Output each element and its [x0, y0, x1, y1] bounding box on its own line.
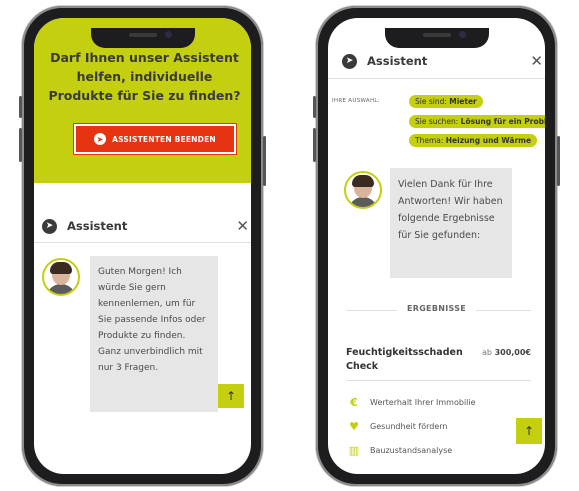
assistant-header: ➤ Assistent ✕ — [342, 46, 545, 76]
divider — [346, 380, 531, 381]
scroll-up-button[interactable]: ↑ — [218, 384, 244, 408]
feature-label: Gesundheit fördern — [370, 422, 448, 431]
avatar — [42, 258, 80, 296]
result-title[interactable]: Feuchtigkeitsschaden Check — [346, 346, 463, 374]
selection-chip: Thema: Heizung und Wärme — [409, 134, 538, 147]
divider — [328, 78, 545, 79]
heart-icon: ♥ — [349, 420, 359, 433]
close-icon[interactable]: ✕ — [236, 217, 249, 235]
volume-button — [19, 96, 22, 118]
notch — [90, 28, 195, 48]
selection-chip: Sie sind: Mieter — [409, 95, 483, 108]
arrow-up-icon: ↑ — [225, 389, 237, 403]
volume-button — [19, 128, 22, 162]
phone-left: Darf Ihnen unser Assistent helfen, indiv… — [19, 6, 266, 486]
power-button — [263, 136, 266, 186]
end-assistant-label: ASSISTENTEN BEENDEN — [112, 134, 216, 144]
building-chart-icon: ▥ — [348, 444, 360, 457]
feature-item: € Werterhalt Ihrer Immobilie — [348, 396, 476, 409]
chat-bubble: Guten Morgen! Ich würde Sie gern kennenl… — [90, 256, 218, 412]
feature-label: Werterhalt Ihrer Immobilie — [370, 398, 476, 407]
assistant-title: Assistent — [367, 54, 428, 68]
screen-right: ➤ Assistent ✕ IHRE AUSWAHL: Sie sind: Mi… — [328, 18, 545, 474]
hero-title: Darf Ihnen unser Assistent helfen, indiv… — [48, 50, 241, 103]
euro-icon: € — [350, 396, 358, 409]
screen-left: Darf Ihnen unser Assistent helfen, indiv… — [34, 18, 251, 474]
arrow-up-icon: ↑ — [523, 424, 535, 438]
volume-button — [313, 128, 316, 162]
feature-item: ▥ Bauzustandsanalyse — [348, 444, 452, 457]
power-button — [557, 136, 560, 186]
close-icon[interactable]: ✕ — [530, 52, 543, 70]
compass-icon: ➤ — [342, 53, 357, 69]
chat-message: Guten Morgen! Ich würde Sie gern kennenl… — [98, 267, 206, 373]
selection-chip: Sie suchen: Lösung für ein Proble — [409, 115, 545, 128]
volume-button — [313, 96, 316, 118]
assistant-title: Assistent — [67, 219, 128, 233]
notch — [384, 28, 489, 48]
compass-icon: ➤ — [42, 218, 57, 234]
scroll-up-button[interactable]: ↑ — [516, 418, 542, 444]
feature-item: ♥ Gesundheit fördern — [348, 420, 447, 433]
compass-icon: ➤ — [94, 133, 107, 145]
assistant-header: ➤ Assistent ✕ — [42, 211, 251, 241]
phone-right: ➤ Assistent ✕ IHRE AUSWAHL: Sie sind: Mi… — [313, 6, 560, 486]
results-label: ERGEBNISSE — [328, 304, 545, 313]
selection-label: IHRE AUSWAHL: — [332, 98, 380, 104]
end-assistant-button[interactable]: ➤ ASSISTENTEN BEENDEN — [73, 123, 237, 155]
feature-label: Bauzustandsanalyse — [370, 446, 453, 455]
chat-bubble: Vielen Dank für Ihre Antworten! Wir habe… — [390, 168, 512, 278]
result-price: ab 300,00€ — [482, 348, 531, 357]
avatar — [344, 171, 382, 209]
chat-message: Vielen Dank für Ihre Antworten! Wir habe… — [398, 179, 503, 241]
divider — [34, 242, 251, 243]
